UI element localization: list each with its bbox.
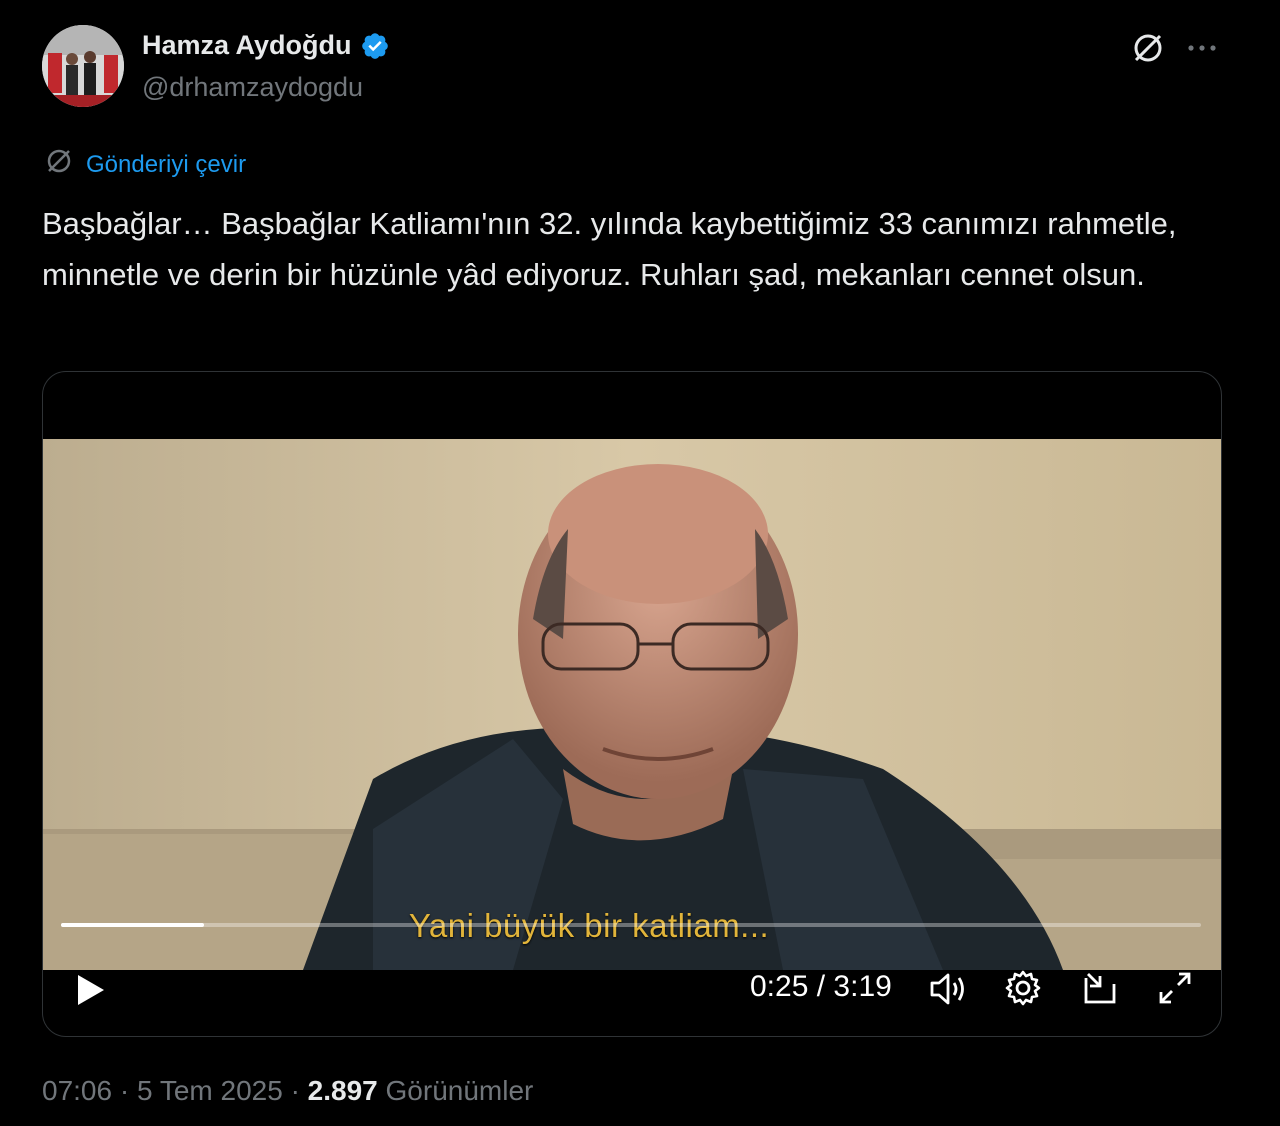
avatar[interactable]	[42, 25, 124, 107]
author-handle[interactable]: @drhamzaydogdu	[142, 72, 363, 103]
duration: 3:19	[833, 970, 892, 1003]
tweet-time[interactable]: 07:06	[42, 1075, 112, 1106]
views-label: Görünümler	[385, 1075, 534, 1106]
author-name[interactable]: Hamza Aydoğdu	[142, 30, 352, 61]
translate-label[interactable]: Gönderiyi çevir	[86, 151, 246, 179]
fullscreen-icon[interactable]	[1155, 968, 1195, 1013]
meta-separator: ·	[119, 1075, 130, 1106]
tweet-date[interactable]: 5 Tem 2025	[137, 1075, 283, 1106]
video-progress-fill	[61, 923, 204, 927]
tweet-text: Başbağlar… Başbağlar Katliamı'nın 32. yı…	[42, 206, 1177, 292]
verified-icon	[360, 31, 390, 61]
play-icon[interactable]	[72, 972, 108, 1013]
grok-icon[interactable]	[1130, 30, 1166, 66]
settings-icon[interactable]	[1003, 968, 1043, 1013]
volume-icon[interactable]	[928, 968, 970, 1015]
views-count: 2.897	[307, 1075, 378, 1106]
translate-link[interactable]: Gönderiyi çevir	[44, 146, 246, 183]
meta-separator: ·	[290, 1075, 300, 1106]
video-progress-bar[interactable]	[61, 923, 1201, 927]
time-separator: /	[816, 970, 826, 1003]
translate-icon	[44, 146, 74, 183]
current-time: 0:25	[750, 970, 809, 1003]
pip-icon[interactable]	[1080, 968, 1120, 1013]
more-icon[interactable]	[1184, 30, 1220, 66]
author-name-row[interactable]: Hamza Aydoğdu	[142, 30, 390, 61]
video-frame[interactable]	[43, 439, 1221, 970]
video-time: 0:25 / 3:19	[750, 970, 892, 1004]
tweet-meta: 07:06 · 5 Tem 2025 · 2.897 Görünümler	[42, 1075, 533, 1107]
